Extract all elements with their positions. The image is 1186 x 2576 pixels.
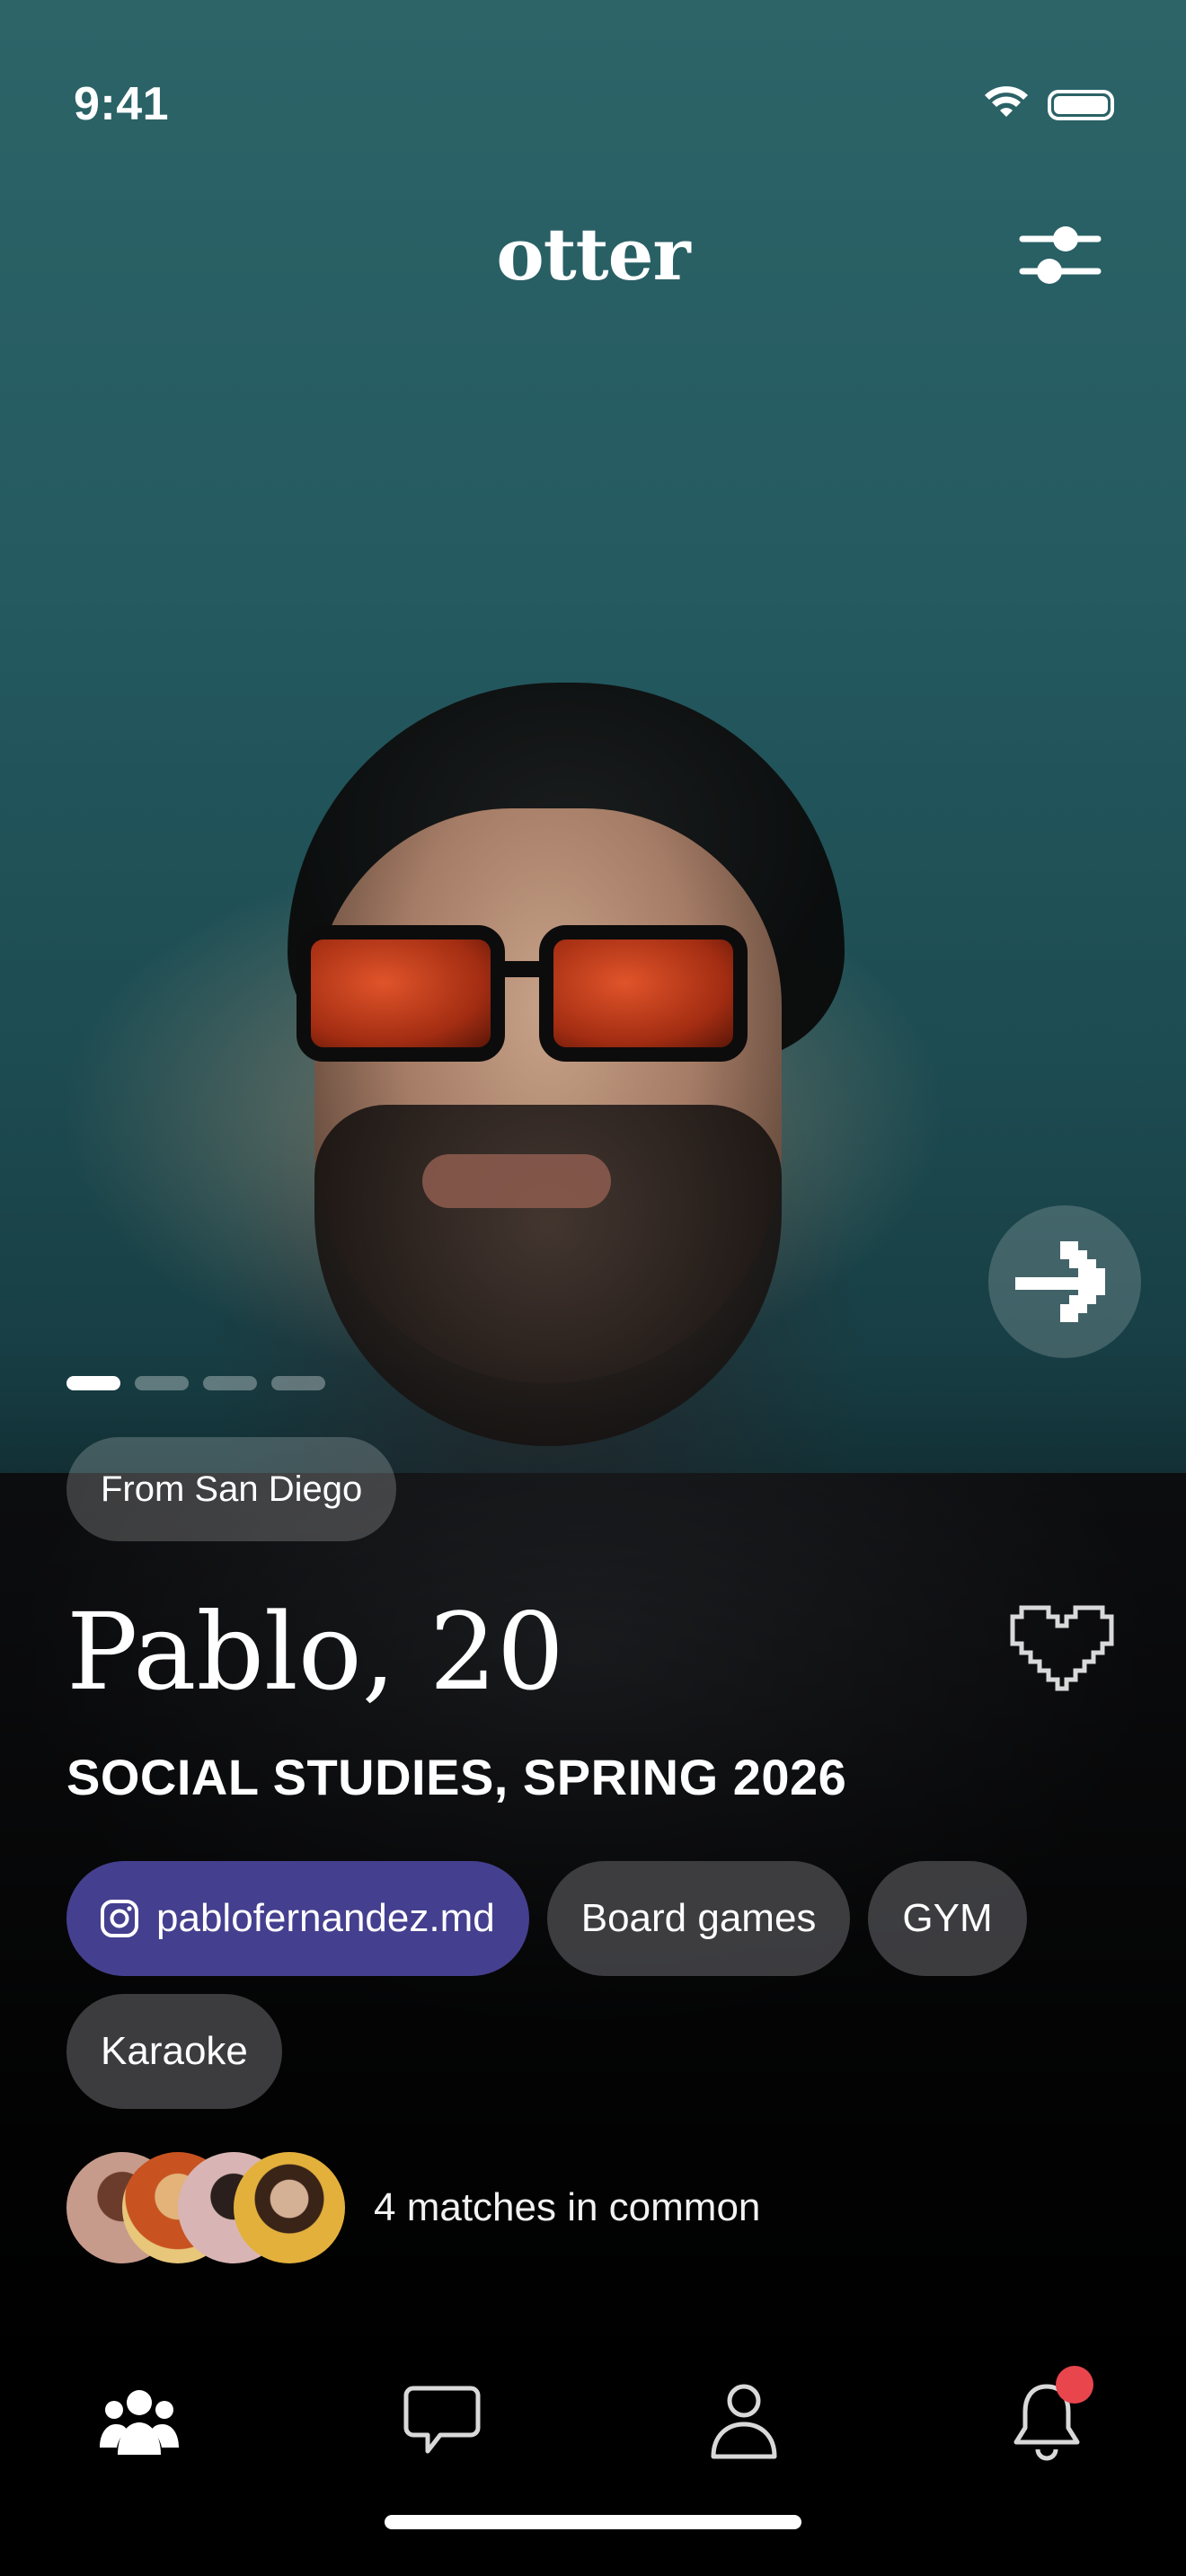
photo-sunglasses [296,907,748,1062]
battery-icon [1048,89,1114,120]
filter-settings-button[interactable] [1015,219,1105,291]
interest-chip-board-games: Board games [546,1861,851,1976]
app-screen: 9:41 otter From San Diego Pablo, 20 SOCI… [0,0,1186,2576]
chip-label: GYM [902,1896,993,1940]
tab-discover[interactable] [85,2371,193,2470]
avatar [234,2152,345,2263]
interest-chips: pablofernandez.md Board games GYM Karaok… [66,1861,1127,2109]
sliders-icon [1019,226,1102,284]
pager-dot[interactable] [203,1376,257,1390]
wifi-icon [983,84,1030,125]
instagram-handle: pablofernandez.md [156,1896,495,1940]
tab-messages[interactable] [388,2371,496,2470]
location-chip: From San Diego [66,1437,397,1541]
notification-badge [1056,2366,1093,2404]
instagram-chip[interactable]: pablofernandez.md [66,1861,529,1976]
next-profile-button[interactable] [988,1205,1141,1358]
photo-pager[interactable] [66,1376,325,1390]
tab-notifications[interactable] [993,2366,1101,2470]
chip-label: Board games [580,1896,817,1940]
app-logo: otter [496,212,690,296]
pager-dot[interactable] [135,1376,189,1390]
interest-chip-karaoke: Karaoke [66,1994,282,2109]
instagram-icon [99,1898,140,1939]
status-icons [983,84,1114,125]
pager-dot-active[interactable] [66,1376,120,1390]
like-button[interactable] [1003,1599,1121,1698]
pager-dot[interactable] [271,1376,325,1390]
arrow-right-icon [1015,1241,1105,1322]
study-program: SOCIAL STUDIES, SPRING 2026 [66,1749,847,1805]
avatar-stack [66,2152,345,2263]
home-indicator[interactable] [385,2515,801,2529]
status-time: 9:41 [74,78,170,130]
tab-bar [0,2335,1186,2576]
location-label: From San Diego [101,1469,363,1509]
interest-chip-gym: GYM [868,1861,1027,1976]
common-matches[interactable]: 4 matches in common [66,2152,760,2263]
people-icon [100,2390,179,2455]
matches-label: 4 matches in common [374,2185,761,2229]
pixel-heart-icon [1010,1605,1114,1691]
profile-name-age: Pablo, 20 [66,1590,564,1714]
profile-icon [711,2384,777,2459]
chat-bubble-icon [403,2386,481,2454]
tab-profile[interactable] [690,2371,798,2470]
chip-label: Karaoke [101,2029,248,2073]
photo-lips [422,1154,611,1208]
